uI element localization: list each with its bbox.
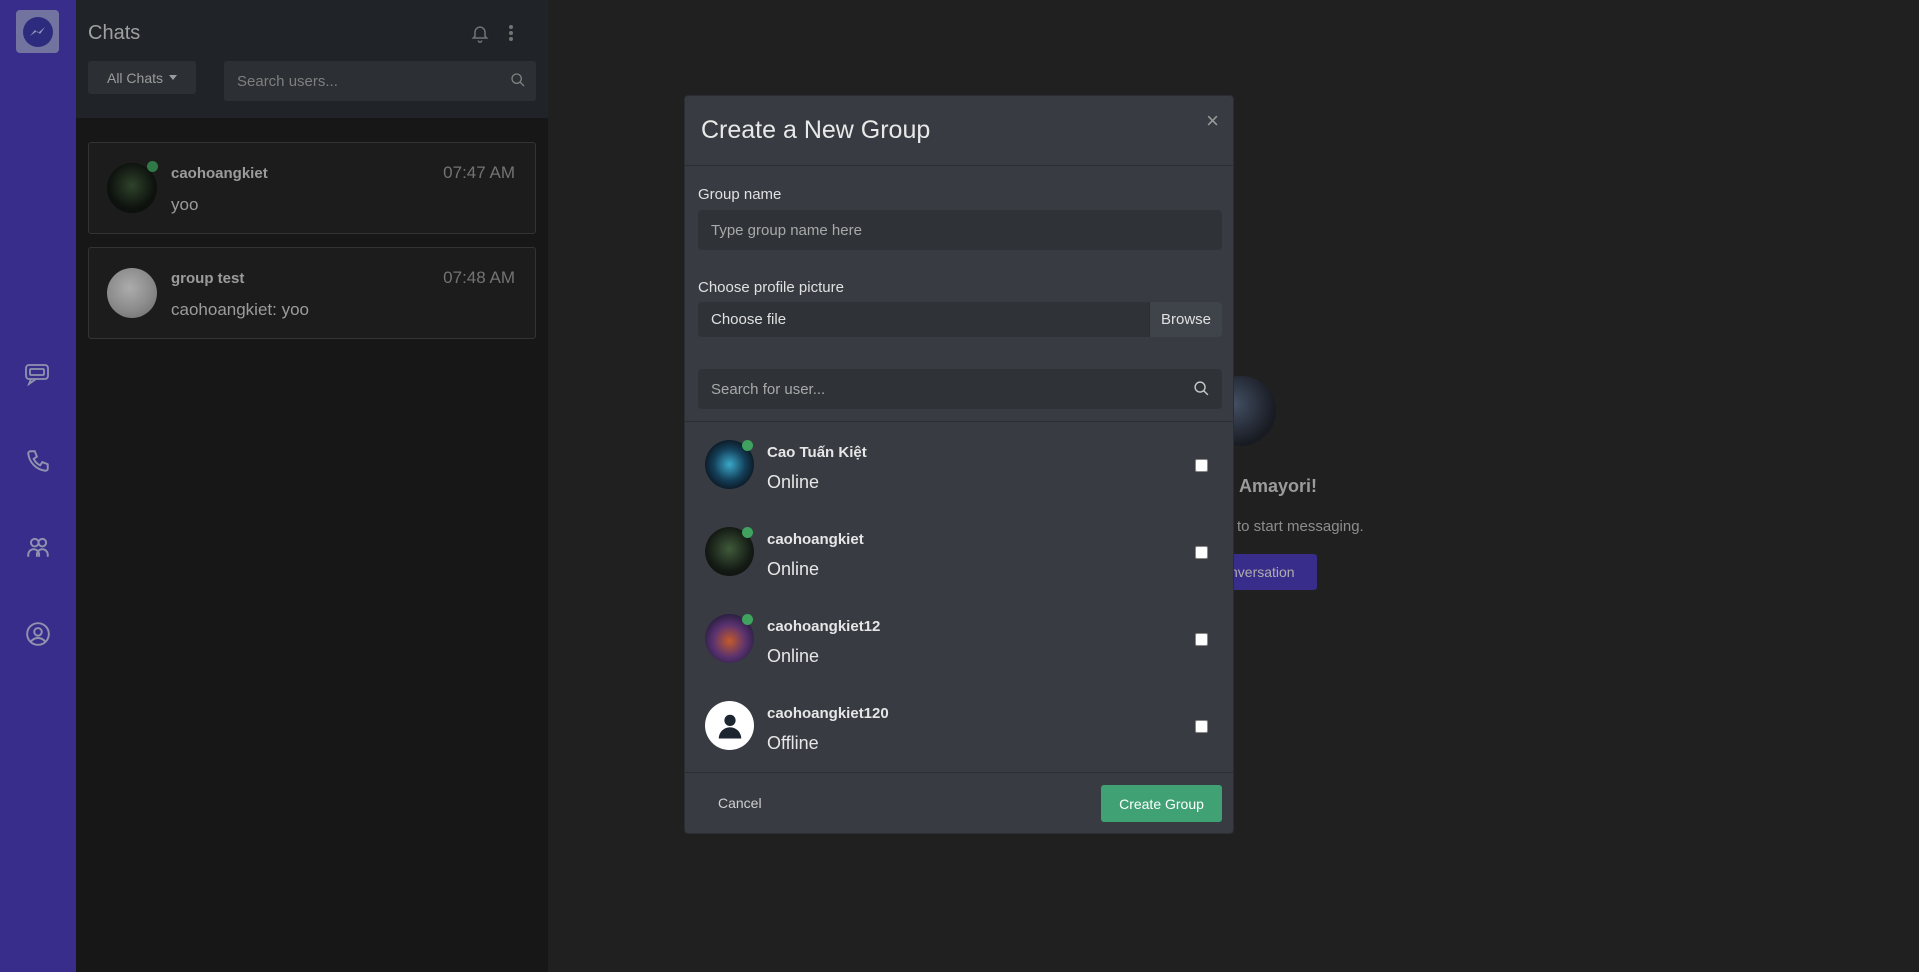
user-list-item[interactable]: Cao Tuấn Kiệt Online	[685, 422, 1233, 509]
user-status: Online	[767, 646, 820, 666]
default-avatar-icon	[705, 701, 754, 750]
search-user-field	[698, 369, 1222, 409]
modal-header: Create a New Group ×	[685, 96, 1233, 166]
user-status: Offline	[767, 733, 819, 753]
user-status: Online	[767, 472, 820, 492]
user-list-item[interactable]: caohoangkiet120 Offline	[685, 683, 1233, 770]
select-user-checkbox[interactable]	[1195, 459, 1208, 472]
online-indicator	[742, 527, 753, 538]
user-status: Online	[767, 559, 820, 579]
create-group-button[interactable]: Create Group	[1101, 785, 1222, 822]
group-name-label: Group name	[698, 186, 782, 203]
search-icon[interactable]	[1193, 380, 1210, 402]
select-user-checkbox[interactable]	[1195, 546, 1208, 559]
cancel-button[interactable]: Cancel	[718, 795, 762, 811]
user-list-item[interactable]: caohoangkiet12 Online	[685, 596, 1233, 683]
select-user-checkbox[interactable]	[1195, 633, 1208, 646]
profile-picture-label: Choose profile picture	[698, 279, 844, 296]
profile-picture-file-input[interactable]: Choose file Browse	[698, 302, 1222, 337]
user-name: caohoangkiet	[767, 531, 864, 548]
select-user-checkbox[interactable]	[1195, 720, 1208, 733]
online-indicator	[742, 614, 753, 625]
user-name: caohoangkiet120	[767, 705, 889, 722]
group-name-input[interactable]	[698, 210, 1222, 250]
online-indicator	[742, 440, 753, 451]
user-name: Cao Tuấn Kiệt	[767, 444, 867, 461]
user-list-item[interactable]: caohoangkiet Online	[685, 509, 1233, 596]
choose-file-text[interactable]: Choose file	[698, 302, 1149, 337]
group-name-field	[698, 210, 1222, 250]
modal-title: Create a New Group	[701, 116, 931, 144]
user-name: caohoangkiet12	[767, 618, 881, 635]
create-group-modal: Create a New Group × Group name Choose p…	[684, 95, 1234, 834]
modal-footer: Cancel Create Group	[685, 772, 1233, 833]
close-icon[interactable]: ×	[1206, 110, 1219, 132]
browse-button[interactable]: Browse	[1149, 302, 1222, 337]
search-user-input[interactable]	[698, 369, 1222, 409]
